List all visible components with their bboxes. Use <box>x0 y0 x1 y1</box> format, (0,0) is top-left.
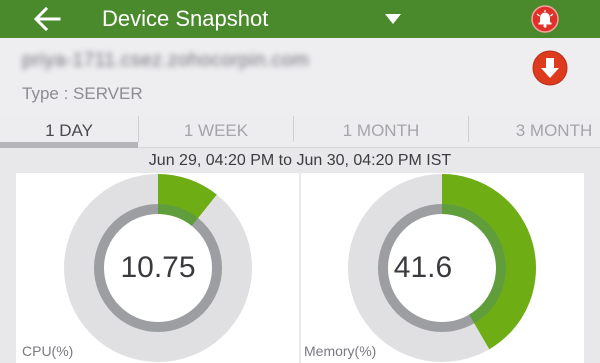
device-info: priya-1711.csez.zohocorpin.com Type : SE… <box>0 38 600 114</box>
caret-down-icon <box>385 14 401 24</box>
view-dropdown-button[interactable] <box>380 8 406 30</box>
download-button[interactable] <box>531 49 569 87</box>
active-tab-indicator <box>0 142 138 148</box>
cpu-label: CPU(%) <box>22 343 74 359</box>
gauge-value-arc <box>157 174 217 220</box>
arrow-left-icon <box>33 6 61 32</box>
memory-label: Memory(%) <box>304 343 377 359</box>
tab-1-week[interactable]: 1 WEEK <box>139 114 293 148</box>
device-snapshot-screen: Device Snapshot priya-1711.csez.zohocorp… <box>0 0 600 363</box>
back-button[interactable] <box>28 4 66 34</box>
alarm-bell-icon <box>531 5 559 33</box>
cpu-gauge-panel[interactable]: 10.75 CPU(%) <box>16 173 299 363</box>
device-hostname: priya-1711.csez.zohocorpin.com <box>22 50 310 71</box>
page-title: Device Snapshot <box>102 6 269 31</box>
memory-gauge-panel[interactable]: 41.6 Memory(%) <box>301 173 584 363</box>
download-arrow-icon <box>532 50 568 86</box>
memory-value: 41.6 <box>393 251 453 284</box>
tab-1-month[interactable]: 1 MONTH <box>294 114 468 148</box>
tab-3-month[interactable]: 3 MONTH <box>469 114 600 148</box>
alarms-button[interactable] <box>530 4 560 34</box>
app-bar: Device Snapshot <box>0 0 600 38</box>
cpu-value: 10.75 <box>120 251 196 284</box>
date-range-label: Jun 29, 04:20 PM to Jun 30, 04:20 PM IST <box>148 152 452 169</box>
device-type: Type : SERVER <box>22 84 143 103</box>
